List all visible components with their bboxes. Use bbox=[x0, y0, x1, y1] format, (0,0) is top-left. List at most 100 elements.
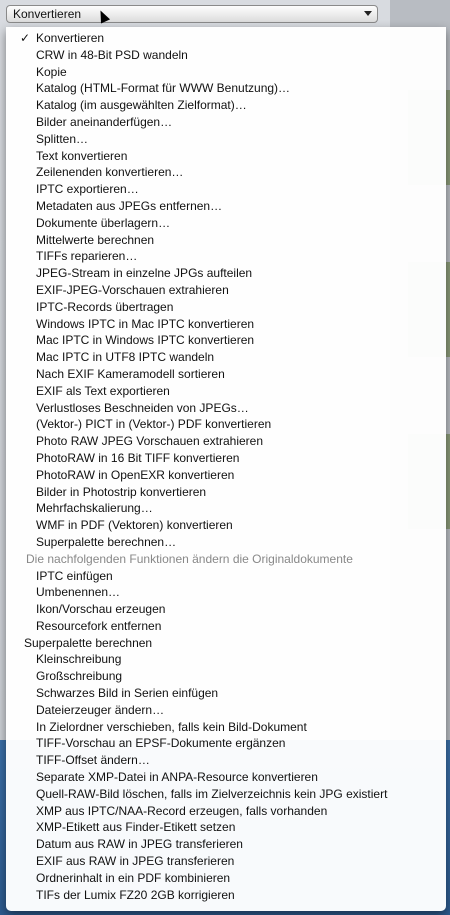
menu-item[interactable]: Windows IPTC in Mac IPTC konvertieren bbox=[6, 316, 446, 333]
menu-item[interactable]: Superpalette berechnen… bbox=[6, 534, 446, 551]
menu-item[interactable]: Text konvertieren bbox=[6, 148, 446, 165]
menu-item[interactable]: Ordnerinhalt in ein PDF kombinieren bbox=[6, 870, 446, 887]
menu-item[interactable]: IPTC exportieren… bbox=[6, 181, 446, 198]
menu-item-label: Zeilenenden konvertieren… bbox=[36, 165, 184, 180]
menu-item-label: Nach EXIF Kameramodell sortieren bbox=[36, 366, 225, 381]
menu-group-title[interactable]: Superpalette berechnen bbox=[6, 635, 446, 652]
menu-item-label: Verlustloses Beschneiden von JPEGs… bbox=[36, 400, 249, 415]
menu-item[interactable]: JPEG-Stream in einzelne JPGs aufteilen bbox=[6, 265, 446, 282]
menu-item[interactable]: PhotoRAW in OpenEXR konvertieren bbox=[6, 467, 446, 484]
menu-item-label: EXIF als Text exportieren bbox=[36, 383, 170, 398]
menu-item[interactable]: Mac IPTC in UTF8 IPTC wandeln bbox=[6, 349, 446, 366]
menu-item[interactable]: Dateierzeuger ändern… bbox=[6, 702, 446, 719]
menu-item[interactable]: Metadaten aus JPEGs entfernen… bbox=[6, 198, 446, 215]
menu-item-label: Windows IPTC in Mac IPTC konvertieren bbox=[36, 316, 255, 331]
menu-item-label: WMF in PDF (Vektoren) konvertieren bbox=[36, 518, 233, 533]
menu-item[interactable]: PhotoRAW in 16 Bit TIFF konvertieren bbox=[6, 450, 446, 467]
menu-item[interactable]: TIFF-Offset ändern… bbox=[6, 752, 446, 769]
menu-item-label: Superpalette berechnen… bbox=[36, 534, 177, 549]
menu-item-label: (Vektor-) PICT in (Vektor-) PDF konverti… bbox=[36, 417, 272, 432]
menu-item-label: Die nachfolgenden Funktionen ändern die … bbox=[26, 551, 353, 566]
menu-item-label: Metadaten aus JPEGs entfernen… bbox=[36, 198, 223, 213]
menu-item[interactable]: Photo RAW JPEG Vorschauen extrahieren bbox=[6, 433, 446, 450]
menu-item-label: Schwarzes Bild in Serien einfügen bbox=[36, 686, 219, 701]
menu-item-label: TIFF-Vorschau an EPSF-Dokumente ergänzen bbox=[36, 736, 286, 751]
menu-item-label: PhotoRAW in OpenEXR konvertieren bbox=[36, 467, 235, 482]
menu-item-label: Ikon/Vorschau erzeugen bbox=[36, 602, 166, 617]
menu-item[interactable]: TIFs der Lumix FZ20 2GB korrigieren bbox=[6, 887, 446, 904]
checkmark-icon: ✓ bbox=[20, 31, 31, 45]
menu-item[interactable]: CRW in 48-Bit PSD wandeln bbox=[6, 47, 446, 64]
action-popup-button[interactable]: Konvertieren bbox=[6, 5, 378, 23]
menu-item[interactable]: EXIF als Text exportieren bbox=[6, 383, 446, 400]
menu-item-label: Großschreibung bbox=[36, 669, 123, 684]
menu-item-label: Text konvertieren bbox=[36, 148, 128, 163]
menu-item[interactable]: Umbenennen… bbox=[6, 584, 446, 601]
menu-item-label: Photo RAW JPEG Vorschauen extrahieren bbox=[36, 434, 264, 449]
menu-item-label: Bilder in Photostrip konvertieren bbox=[36, 484, 207, 499]
menu-item[interactable]: Splitten… bbox=[6, 131, 446, 148]
menu-item-label: Kleinschreibung bbox=[36, 652, 122, 667]
menu-item-label: Dokumente überlagern… bbox=[36, 215, 171, 230]
menu-item[interactable]: Resourcefork entfernen bbox=[6, 618, 446, 635]
menu-item-label: Splitten… bbox=[36, 131, 89, 146]
menu-item[interactable]: Katalog (im ausgewählten Zielformat)… bbox=[6, 97, 446, 114]
menu-item-label: Bilder aneinanderfügen… bbox=[36, 114, 173, 129]
menu-item[interactable]: TIFFs reparieren… bbox=[6, 248, 446, 265]
menu-item[interactable]: In Zielordner verschieben, falls kein Bi… bbox=[6, 719, 446, 736]
menu-item[interactable]: IPTC-Records übertragen bbox=[6, 299, 446, 316]
menu-item[interactable]: Ikon/Vorschau erzeugen bbox=[6, 601, 446, 618]
menu-item[interactable]: IPTC einfügen bbox=[6, 568, 446, 585]
menu-item[interactable]: Datum aus RAW in JPEG transferieren bbox=[6, 836, 446, 853]
menu-item-label: TIFs der Lumix FZ20 2GB korrigieren bbox=[36, 887, 235, 902]
menu-item-label: IPTC einfügen bbox=[36, 568, 113, 583]
menu-item[interactable]: Mittelwerte berechnen bbox=[6, 232, 446, 249]
menu-item[interactable]: Großschreibung bbox=[6, 668, 446, 685]
menu-item[interactable]: EXIF-JPEG-Vorschauen extrahieren bbox=[6, 282, 446, 299]
menu-item-label: PhotoRAW in 16 Bit TIFF konvertieren bbox=[36, 450, 240, 465]
menu-item[interactable]: Zeilenenden konvertieren… bbox=[6, 164, 446, 181]
menu-item-label: Datum aus RAW in JPEG transferieren bbox=[36, 837, 243, 852]
menu-item[interactable]: Nach EXIF Kameramodell sortieren bbox=[6, 366, 446, 383]
menu-item[interactable]: ✓ Konvertieren bbox=[6, 30, 446, 47]
menu-item[interactable]: Schwarzes Bild in Serien einfügen bbox=[6, 685, 446, 702]
menu-item-label: TIFFs reparieren… bbox=[36, 249, 138, 264]
menu-item[interactable]: Verlustloses Beschneiden von JPEGs… bbox=[6, 400, 446, 417]
menu-item-label: JPEG-Stream in einzelne JPGs aufteilen bbox=[36, 266, 253, 281]
menu-item-label: XMP-Etikett aus Finder-Etikett setzen bbox=[36, 820, 236, 835]
chevron-down-icon bbox=[364, 11, 372, 16]
menu-item[interactable]: Dokumente überlagern… bbox=[6, 215, 446, 232]
menu-item-label: Katalog (HTML-Format für WWW Benutzung)… bbox=[36, 81, 291, 96]
menu-item[interactable]: Katalog (HTML-Format für WWW Benutzung)… bbox=[6, 80, 446, 97]
menu-item[interactable]: EXIF aus RAW in JPEG transferieren bbox=[6, 853, 446, 870]
menu-item[interactable]: Kleinschreibung bbox=[6, 651, 446, 668]
menu-item-label: Mehrfachskalierung… bbox=[36, 501, 153, 516]
action-menu: ✓ Konvertieren CRW in 48-Bit PSD wandeln Ko… bbox=[6, 27, 446, 911]
menu-item-label: Resourcefork entfernen bbox=[36, 618, 162, 633]
menu-item[interactable]: Mac IPTC in Windows IPTC konvertieren bbox=[6, 332, 446, 349]
menu-item-label: Superpalette berechnen bbox=[24, 635, 153, 650]
menu-item-label: Mac IPTC in UTF8 IPTC wandeln bbox=[36, 350, 215, 365]
menu-item[interactable]: Kopie bbox=[6, 64, 446, 81]
menu-item-label: IPTC-Records übertragen bbox=[36, 299, 174, 314]
menu-item[interactable]: Bilder in Photostrip konvertieren bbox=[6, 484, 446, 501]
menu-item[interactable]: WMF in PDF (Vektoren) konvertieren bbox=[6, 517, 446, 534]
menu-item-label: Kopie bbox=[36, 64, 67, 79]
menu-item-label: Separate XMP-Datei in ANPA-Resource konv… bbox=[36, 770, 318, 785]
menu-item[interactable]: Mehrfachskalierung… bbox=[6, 500, 446, 517]
menu-item-label: EXIF aus RAW in JPEG transferieren bbox=[36, 854, 235, 869]
menu-item[interactable]: Bilder aneinanderfügen… bbox=[6, 114, 446, 131]
menu-item[interactable]: (Vektor-) PICT in (Vektor-) PDF konverti… bbox=[6, 416, 446, 433]
menu-item[interactable]: XMP-Etikett aus Finder-Etikett setzen bbox=[6, 819, 446, 836]
menu-item-label: XMP aus IPTC/NAA-Record erzeugen, falls … bbox=[36, 803, 328, 818]
menu-item-label: Katalog (im ausgewählten Zielformat)… bbox=[36, 98, 247, 113]
menu-item-label: TIFF-Offset ändern… bbox=[36, 753, 150, 768]
menu-item[interactable]: Separate XMP-Datei in ANPA-Resource konv… bbox=[6, 769, 446, 786]
menu-item-label: EXIF-JPEG-Vorschauen extrahieren bbox=[36, 282, 229, 297]
menu-item-label: Ordnerinhalt in ein PDF kombinieren bbox=[36, 870, 231, 885]
popup-selected-label: Konvertieren bbox=[13, 7, 82, 21]
menu-item[interactable]: XMP aus IPTC/NAA-Record erzeugen, falls … bbox=[6, 803, 446, 820]
menu-item[interactable]: Quell-RAW-Bild löschen, falls im Zielver… bbox=[6, 786, 446, 803]
menu-item[interactable]: TIFF-Vorschau an EPSF-Dokumente ergänzen bbox=[6, 735, 446, 752]
menu-item-label: Dateierzeuger ändern… bbox=[36, 702, 165, 717]
